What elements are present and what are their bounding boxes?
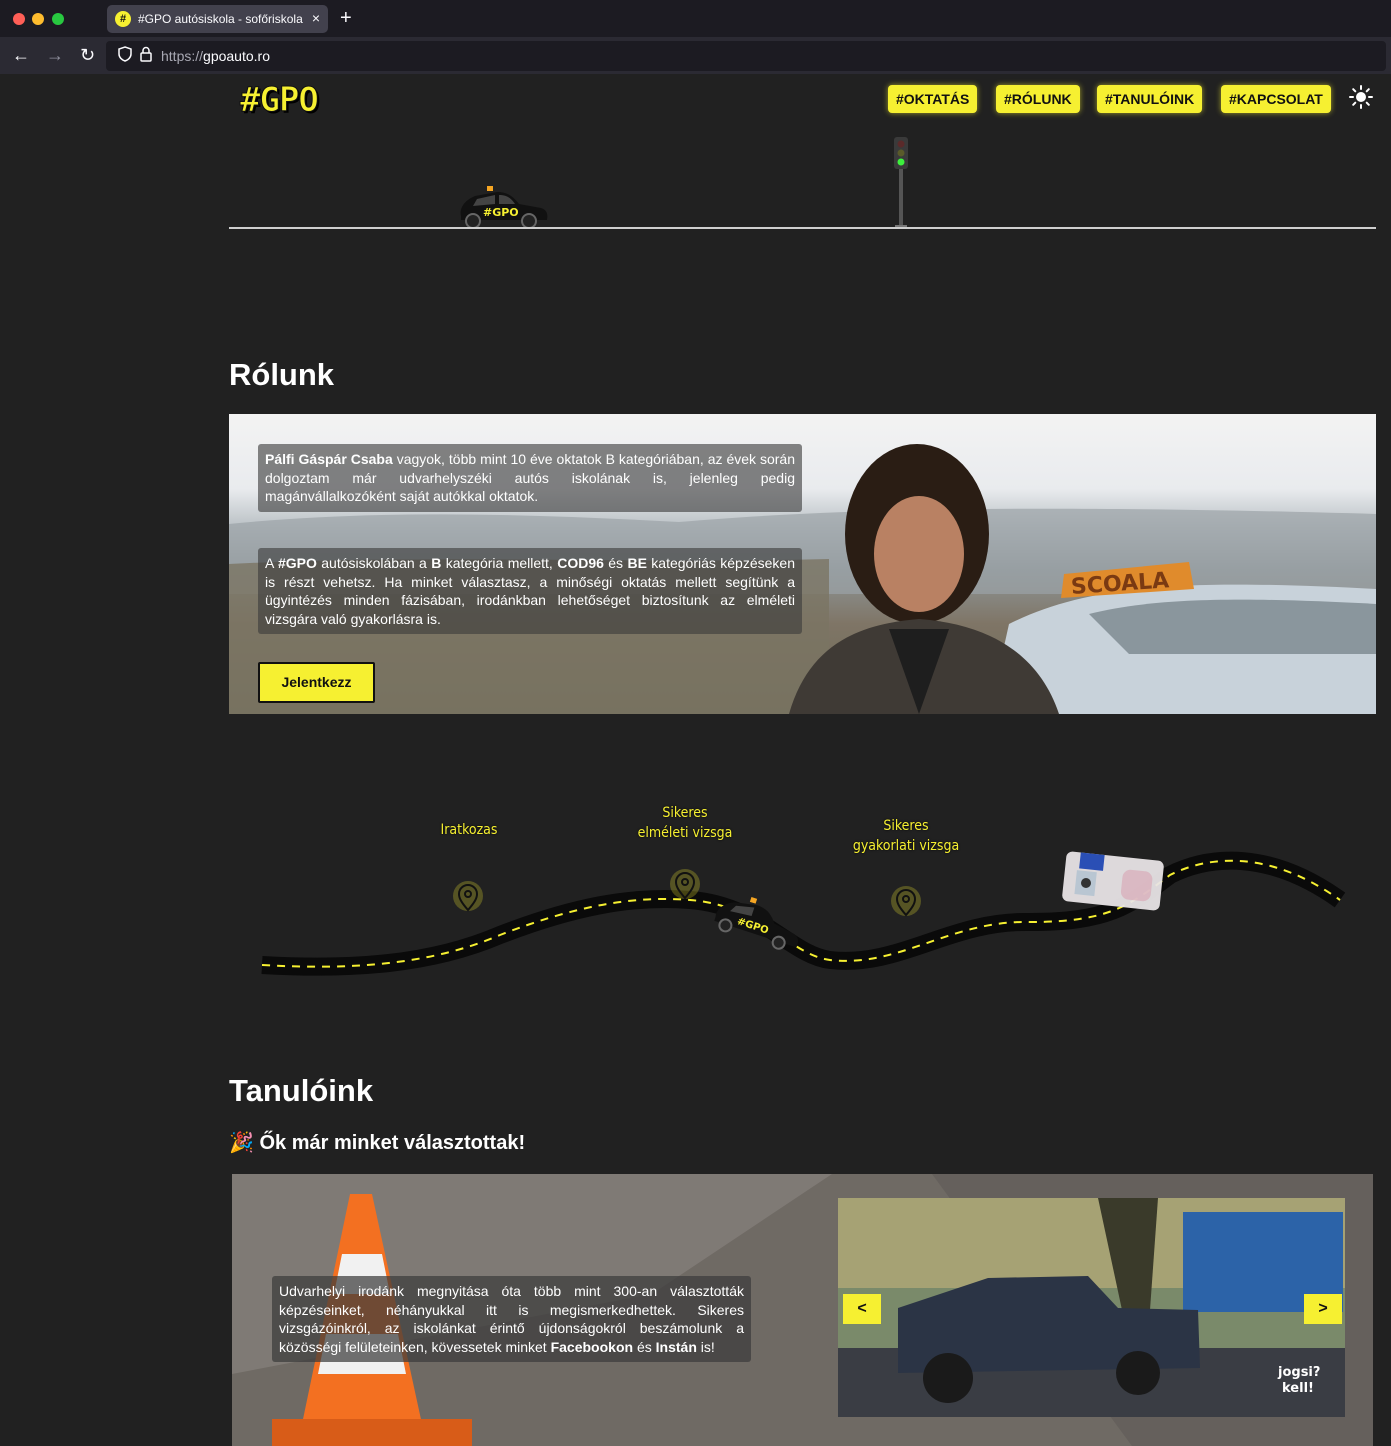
timeline-step-2-label: Sikeres elméleti vizsga [625, 803, 745, 843]
about-p2-cod: COD96 [557, 555, 604, 571]
hero-car-label: #GPO [483, 206, 519, 219]
about-p2-b: autósiskolában a [316, 555, 432, 571]
students-subtitle: 🎉 Ők már minket választottak! [229, 1130, 525, 1155]
url-bar[interactable] [106, 41, 1386, 71]
site-logo[interactable]: #GPO [240, 80, 320, 121]
browser-tab-active[interactable]: # #GPO autósiskola - sofőriskola × [107, 5, 328, 33]
traffic-light-icon [894, 137, 908, 229]
url-text[interactable]: https://gpoauto.ro [161, 48, 270, 64]
timeline-step-2-line-2: elméleti vizsga [637, 825, 733, 841]
timeline-step-3-line-1: Sikeres [883, 818, 929, 834]
about-p2-cat-b: B [431, 555, 442, 571]
timeline-step-1-label: Iratkozas [440, 822, 498, 838]
signup-button[interactable]: Jelentkezz [258, 662, 375, 703]
shield-icon[interactable] [118, 46, 132, 62]
students-subtitle-text: Ők már minket választottak! [259, 1132, 526, 1154]
instructor-name: Pálfi Gáspár Csaba [265, 451, 393, 467]
url-protocol: https:// [161, 48, 204, 64]
lock-icon[interactable] [140, 46, 152, 62]
location-pin-icon [891, 886, 921, 917]
carousel-next-button[interactable]: > [1304, 1294, 1342, 1324]
about-p2-d: és [603, 555, 628, 571]
new-tab-button[interactable]: + [340, 6, 352, 30]
carousel-prev-button[interactable]: < [843, 1294, 881, 1324]
location-pin-icon [670, 869, 700, 900]
about-p2-brand: #GPO [277, 555, 317, 571]
timeline-step-3-label: Sikeres gyakorlati vizsga [840, 816, 972, 856]
tab-bar: # #GPO autósiskola - sofőriskola × + [0, 0, 1391, 37]
students-paragraph: Udvarhelyi irodánk megnyitása óta több m… [272, 1276, 751, 1362]
timeline-step-2-line-1: Sikeres [662, 805, 708, 821]
back-button[interactable]: ← [12, 44, 30, 66]
hero-car-icon: #GPO [460, 186, 548, 229]
url-domain: gpoauto.ro [203, 48, 270, 64]
about-p2-c: kategória mellett, [441, 555, 558, 571]
close-window-button[interactable] [13, 13, 25, 25]
timeline-car-icon: #GPO [714, 897, 799, 950]
reload-button[interactable]: ↻ [80, 44, 95, 66]
favicon-icon: # [115, 11, 131, 27]
carousel-photo: jogsi? kell! [838, 1198, 1345, 1417]
hero-road-line [229, 227, 1376, 229]
tab-close-icon[interactable]: × [312, 10, 320, 26]
about-p2-a: A [265, 555, 278, 571]
students-text-and: és [633, 1338, 656, 1355]
nav-rolunk[interactable]: #RÓLUNK [996, 85, 1080, 113]
students-text-end: is! [696, 1338, 715, 1355]
carousel-watermark-2: kell! [1282, 1381, 1314, 1396]
maximize-window-button[interactable] [52, 13, 64, 25]
nav-tanuloink[interactable]: #TANULÓINK [1097, 85, 1203, 113]
about-paragraph-1: Pálfi Gáspár Csaba vagyok, több mint 10 … [258, 444, 802, 512]
about-p2-be: BE [627, 555, 647, 571]
about-title: Rólunk [229, 357, 335, 392]
timeline-step-3-line-2: gyakorlati vizsga [852, 838, 960, 854]
nav-oktatas[interactable]: #OKTATÁS [888, 85, 978, 113]
minimize-window-button[interactable] [32, 13, 44, 25]
about-paragraph-2: A #GPO autósiskolában a B kategória mell… [258, 548, 802, 634]
carousel-watermark-1: jogsi? [1277, 1365, 1320, 1380]
students-carousel[interactable]: jogsi? kell! [838, 1198, 1345, 1417]
url-security-icons [118, 46, 152, 62]
driving-license-icon [1062, 851, 1164, 911]
party-icon: 🎉 [229, 1132, 254, 1154]
forward-button[interactable]: → [46, 44, 64, 66]
tab-title: #GPO autósiskola - sofőriskola [138, 12, 303, 26]
nav-kapcsolat[interactable]: #KAPCSOLAT [1221, 85, 1331, 113]
location-pin-icon [453, 881, 483, 912]
facebook-link[interactable]: Facebookon [551, 1339, 633, 1355]
instagram-link[interactable]: Instán [656, 1339, 697, 1355]
sun-icon[interactable] [1349, 85, 1373, 109]
students-title: Tanulóink [229, 1073, 374, 1108]
